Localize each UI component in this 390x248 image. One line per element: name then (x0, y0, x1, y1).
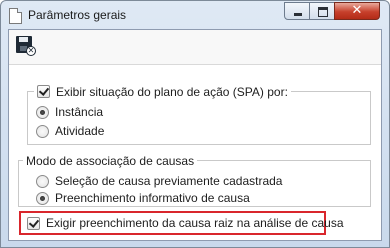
radio-selecao-causa-button[interactable] (36, 174, 49, 188)
dialog-content: ✕ Exibir situação do plano de ação (SPA)… (8, 29, 382, 241)
radio-instancia-label: Instância (55, 105, 104, 119)
dialog-window: Parâmetros gerais ✕ ✕ Exibir situação do… (0, 0, 390, 248)
maximize-button[interactable] (309, 2, 335, 20)
disk-label (19, 37, 28, 42)
radio-instancia-button[interactable] (36, 105, 49, 119)
radio-atividade-label: Atividade (55, 124, 105, 138)
cause-mode-legend: Modo de associação de causas (23, 153, 198, 168)
root-cause-checkbox[interactable] (27, 216, 40, 230)
spa-group-legend: Exibir situação do plano de ação (SPA) p… (34, 84, 291, 99)
maximize-icon (310, 3, 334, 19)
radio-preenchimento-causa-button[interactable] (36, 191, 49, 205)
radio-preenchimento-causa[interactable]: Preenchimento informativo de causa (36, 190, 250, 206)
document-icon (9, 8, 22, 24)
minimize-button[interactable] (284, 2, 310, 20)
toolbar: ✕ (9, 30, 381, 65)
root-cause-option[interactable]: Exigir preenchimento da causa raiz na an… (27, 215, 344, 231)
title-bar[interactable]: Parâmetros gerais ✕ (1, 1, 389, 29)
spa-checkbox[interactable] (37, 85, 50, 98)
close-icon: ✕ (351, 3, 363, 18)
radio-instancia[interactable]: Instância (36, 104, 103, 120)
radio-atividade[interactable]: Atividade (36, 123, 104, 139)
save-close-icon[interactable]: ✕ (16, 36, 36, 56)
radio-selecao-causa-label: Seleção de causa previamente cadastrada (55, 174, 283, 188)
close-button[interactable]: ✕ (334, 2, 380, 20)
radio-atividade-button[interactable] (36, 124, 49, 138)
radio-selecao-causa[interactable]: Seleção de causa previamente cadastrada (36, 173, 282, 189)
root-cause-label: Exigir preenchimento da causa raiz na an… (46, 216, 344, 230)
spa-group: Exibir situação do plano de ação (SPA) p… (27, 84, 371, 145)
close-badge-icon: ✕ (26, 46, 36, 56)
cause-mode-title: Modo de associação de causas (26, 153, 195, 168)
window-title: Parâmetros gerais (28, 8, 127, 22)
spa-checkbox-label: Exibir situação do plano de ação (SPA) p… (56, 84, 288, 99)
cause-mode-group: Modo de associação de causas Seleção de … (18, 153, 371, 207)
radio-preenchimento-causa-label: Preenchimento informativo de causa (55, 191, 250, 205)
minimize-icon (285, 3, 309, 19)
